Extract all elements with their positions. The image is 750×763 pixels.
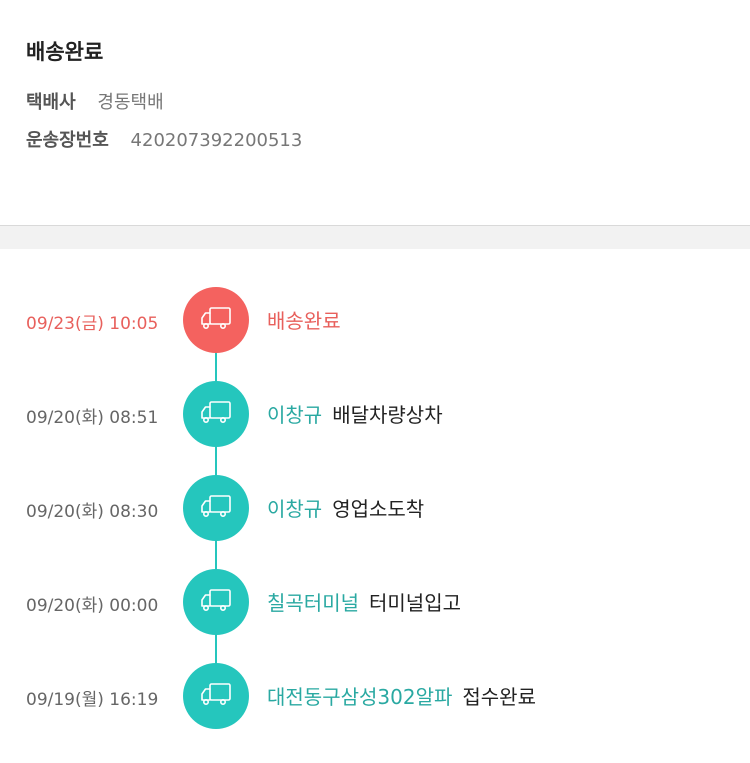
courier-value: 경동택배 [97, 92, 164, 113]
tracking-timeline: 09/23(금) 10:05 배송완료 09/20(화) 08:51 이창규 배… [0, 249, 750, 763]
event-status-circle [183, 569, 249, 635]
event-status-circle [183, 381, 249, 447]
event-description: 배송완료 [267, 305, 341, 334]
invoice-label: 운송장번호 [26, 130, 109, 151]
timeline-event: 09/20(화) 08:30 이창규 영업소도착 [0, 475, 750, 541]
delivery-status-title: 배송완료 [26, 40, 104, 64]
event-location: 이창규 [267, 403, 323, 427]
courier-label: 택배사 [26, 92, 76, 113]
event-location: 이창규 [267, 497, 323, 521]
event-status-circle [183, 663, 249, 729]
event-message: 배송완료 [267, 309, 341, 333]
truck-icon [199, 681, 233, 711]
event-datetime: 09/23(금) 10:05 [26, 314, 159, 334]
event-datetime: 09/20(화) 00:00 [26, 596, 159, 616]
event-datetime: 09/20(화) 08:30 [26, 502, 159, 522]
truck-icon [199, 399, 233, 429]
timeline-event: 09/20(화) 00:00 칠곡터미널 터미널입고 [0, 569, 750, 635]
event-message: 배달차량상차 [332, 403, 443, 427]
event-datetime: 09/19(월) 16:19 [26, 690, 159, 710]
event-description: 대전동구삼성302알파 접수완료 [267, 681, 536, 710]
invoice-number: 420207392200513 [130, 130, 303, 151]
event-status-circle [183, 287, 249, 353]
invoice-row: 운송장번호 420207392200513 [26, 126, 302, 152]
courier-row: 택배사 경동택배 [26, 88, 164, 114]
truck-icon [199, 305, 233, 335]
event-message: 터미널입고 [369, 591, 461, 615]
timeline-event: 09/19(월) 16:19 대전동구삼성302알파 접수완료 [0, 663, 750, 729]
event-description: 이창규 배달차량상차 [267, 399, 443, 428]
event-datetime: 09/20(화) 08:51 [26, 408, 159, 428]
delivery-summary: 배송완료 택배사 경동택배 운송장번호 420207392200513 [0, 0, 750, 225]
event-status-circle [183, 475, 249, 541]
event-message: 영업소도착 [332, 497, 425, 521]
truck-icon [199, 587, 233, 617]
timeline-event: 09/23(금) 10:05 배송완료 [0, 287, 750, 353]
event-message: 접수완료 [462, 685, 536, 709]
truck-icon [199, 493, 233, 523]
event-location: 칠곡터미널 [267, 591, 359, 615]
timeline-event: 09/20(화) 08:51 이창규 배달차량상차 [0, 381, 750, 447]
event-description: 이창규 영업소도착 [267, 493, 424, 522]
event-description: 칠곡터미널 터미널입고 [267, 587, 461, 616]
event-location: 대전동구삼성302알파 [267, 685, 453, 709]
section-divider [0, 225, 750, 249]
